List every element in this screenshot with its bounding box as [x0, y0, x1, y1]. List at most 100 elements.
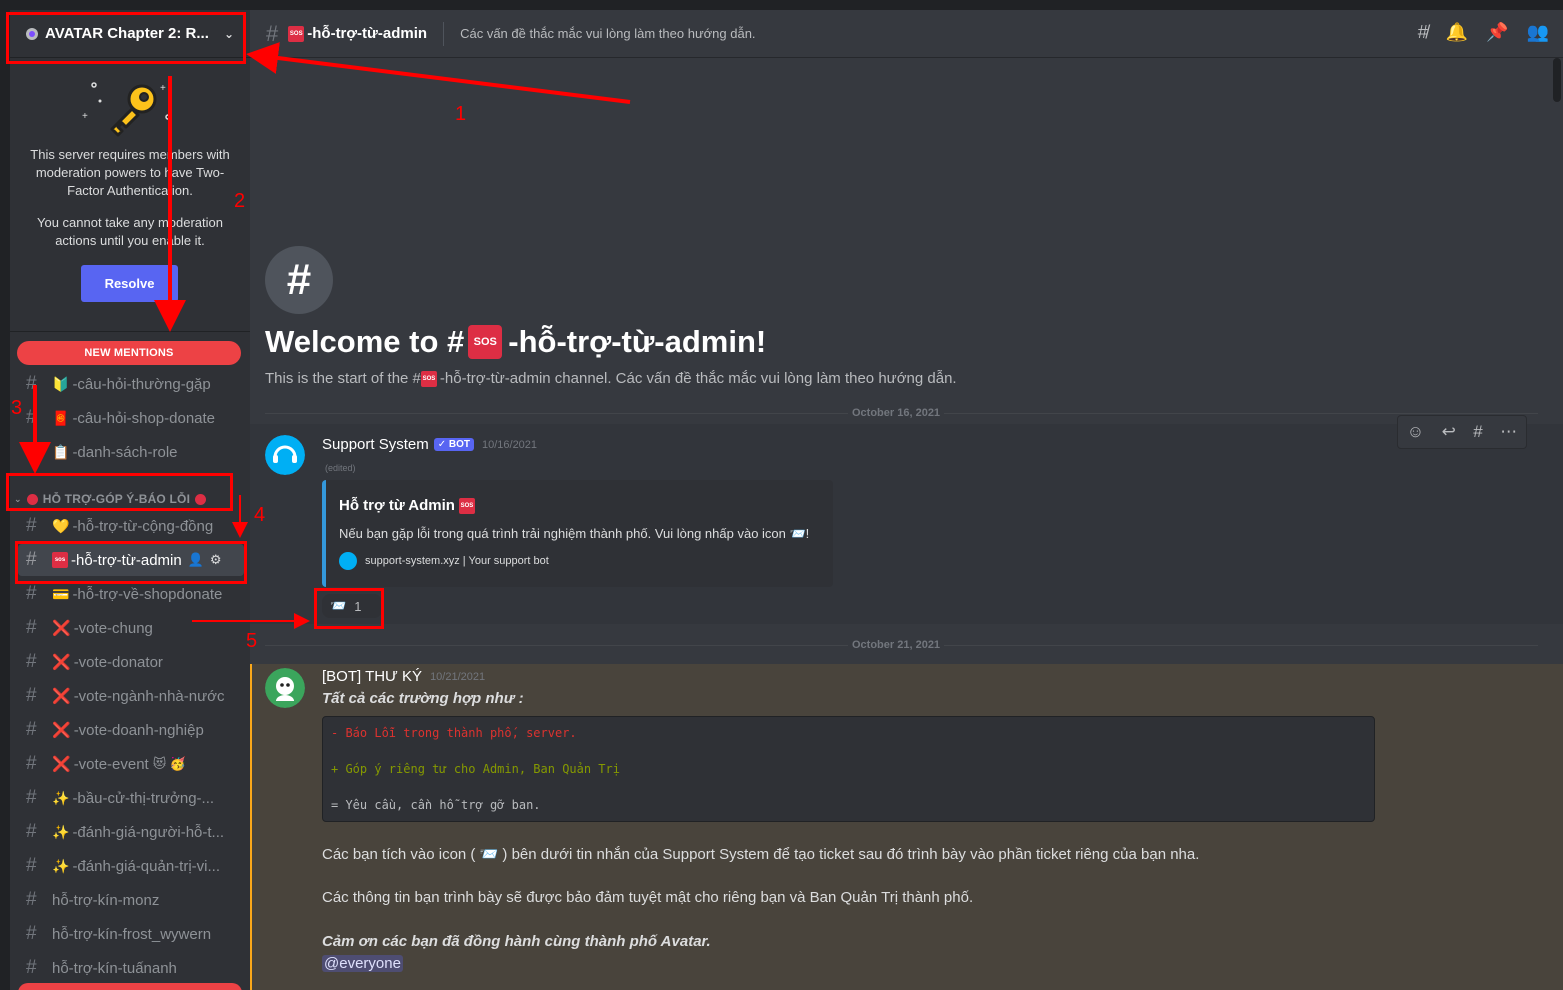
discord-app: AVATAR Chapter 2: R... ⌄ + + This server…	[10, 10, 1563, 990]
code-line: = Yêu cầu, cần hỗ trợ gỡ ban.	[331, 798, 541, 812]
channel-topic[interactable]: Các vấn đề thắc mắc vui lòng làm theo hư…	[460, 26, 755, 41]
channel-suffix-emoji: 😻 🥳	[152, 756, 187, 771]
channel-hash-icon: #	[26, 787, 37, 808]
bell-icon[interactable]: 🔔	[1446, 22, 1468, 43]
message-header: [BOT] THƯ KÝ 10/21/2021	[322, 668, 485, 685]
channel-vote-event[interactable]: # ❌ -vote-event 😻 🥳	[18, 748, 244, 780]
channel-label: -vote-ngành-nhà-nước	[73, 687, 225, 705]
channel-vote-chung[interactable]: # ❌ -vote-chung	[18, 612, 244, 644]
create-thread-icon[interactable]: #	[1473, 422, 1482, 442]
channel-title-text: -hỗ-trợ-từ-admin	[307, 25, 428, 42]
channel-label: -vote-doanh-nghiệp	[73, 721, 204, 739]
channel-ho-tro-tu-cong-dong[interactable]: # 💛 -hỗ-trợ-từ-cộng-đồng	[18, 510, 244, 542]
channel-label: hỗ-trợ-kín-tuấnanh	[52, 959, 177, 977]
channel-hash-icon: #	[26, 719, 37, 740]
channel-emoji: 📋	[52, 443, 70, 460]
annotation-label: 3	[11, 397, 23, 419]
embed-title: Hỗ trợ từ Admin SOS	[339, 497, 478, 514]
channel-danh-gia-nguoi-ho-tro[interactable]: # ✨ -đánh-giá-người-hỗ-t...	[18, 816, 244, 848]
header-divider	[443, 21, 445, 46]
channel-hash-icon: #	[26, 821, 37, 842]
sparkles-icon: ✨	[52, 789, 70, 806]
channel-label: -bầu-cử-thị-trưởng-...	[72, 789, 215, 807]
unread-mentions-bar[interactable]	[18, 983, 242, 990]
channel-label: -câu-hỏi-shop-donate	[72, 409, 216, 427]
cross-mark-icon: ❌	[52, 756, 71, 773]
reply-icon[interactable]: ↩	[1442, 422, 1456, 442]
channel-emoji: 🧧	[52, 409, 70, 426]
embed-title-text: Hỗ trợ từ Admin	[339, 497, 455, 514]
channel-danh-sach-role[interactable]: # 📋 -danh-sách-role	[18, 436, 244, 468]
more-icon[interactable]: ⋯	[1500, 422, 1517, 442]
channel-danh-gia-quan-tri-vien[interactable]: # ✨ -đánh-giá-quản-trị-vi...	[18, 850, 244, 882]
message-line: Các thông tin bạn trình bày sẽ được bảo …	[322, 889, 974, 906]
resolve-button[interactable]: Resolve	[81, 265, 178, 302]
channel-hash-icon: #	[26, 617, 37, 638]
channel-ho-tro-kin-monz[interactable]: # hỗ-trợ-kín-monz	[18, 884, 244, 916]
add-reaction-icon[interactable]: ☺	[1407, 422, 1424, 442]
channel-label: -vote-chung	[73, 619, 153, 637]
channel-hash-icon: #	[26, 957, 37, 978]
message-line: Các bạn tích vào icon ( 📨 ) bên dưới tin…	[322, 846, 1200, 863]
channel-emoji: 💳	[52, 585, 70, 602]
channel-header: # SOS -hỗ-trợ-từ-admin Các vấn đề thắc m…	[250, 10, 1563, 58]
threads-icon[interactable]: #̸	[1418, 22, 1428, 43]
scrollbar[interactable]	[1553, 58, 1561, 102]
code-line: + Góp ý riêng tư cho Admin, Ban Quản Trị	[331, 762, 620, 776]
channel-title: SOS -hỗ-trợ-từ-admin	[288, 25, 427, 42]
channel-ho-tro-kin-frost[interactable]: # hỗ-trợ-kín-frost_wywern	[18, 918, 244, 950]
support-system-avatar[interactable]	[265, 435, 305, 475]
welcome-subtitle: This is the start of the # SOS -hỗ-trợ-t…	[265, 370, 957, 387]
channel-vote-doanh-nghiep[interactable]: # ❌ -vote-doanh-nghiệp	[18, 714, 244, 746]
channel-bau-cu-thi-truong[interactable]: # ✨ -bầu-cử-thị-trưởng-...	[18, 782, 244, 814]
timestamp: 10/21/2021	[430, 670, 486, 683]
everyone-mention[interactable]: @everyone	[322, 955, 403, 972]
tfa-warning: You cannot take any moderation actions u…	[37, 215, 223, 248]
code-line: - Báo Lỗi trong thành phố, server.	[331, 726, 577, 740]
annotation-label: 5	[246, 630, 258, 652]
annotation-label: 1	[455, 103, 467, 125]
annotation-label: 4	[254, 504, 266, 526]
channel-hash-icon: #	[26, 855, 37, 876]
channel-hash-icon: #	[26, 441, 37, 462]
channel-vote-nganh-nha-nuoc[interactable]: # ❌ -vote-ngành-nhà-nước	[18, 680, 244, 712]
sparkles-icon: ✨	[52, 823, 70, 840]
annotation-box	[6, 473, 233, 511]
channel-label: -đánh-giá-quản-trị-vi...	[72, 857, 220, 875]
sos-icon: SOS	[420, 370, 437, 387]
members-icon[interactable]: 👥	[1527, 22, 1549, 43]
channel-hash-icon: #	[26, 685, 37, 706]
cross-mark-icon: ❌	[52, 688, 71, 705]
edited-label: (edited)	[325, 463, 356, 473]
bot-badge: ✓ BOT	[433, 438, 474, 451]
cross-mark-icon: ❌	[52, 654, 71, 671]
date-label: October 21, 2021	[848, 639, 945, 651]
channel-vote-donator[interactable]: # ❌ -vote-donator	[18, 646, 244, 678]
bot-thu-ky-avatar[interactable]	[265, 668, 305, 708]
channel-cau-hoi-shop-donate[interactable]: # 🧧 -câu-hỏi-shop-donate	[18, 402, 244, 434]
channel-ho-tro-kin-tuananh[interactable]: # hỗ-trợ-kín-tuấnanh	[18, 952, 244, 984]
annotation-box	[314, 588, 384, 629]
channel-emoji: 🔰	[52, 375, 70, 392]
pin-icon[interactable]: 📌	[1486, 22, 1508, 43]
key-icon: + +	[82, 82, 171, 137]
sos-icon: SOS	[468, 325, 503, 359]
channel-hash-icon: #	[26, 889, 37, 910]
channel-label: -vote-event	[73, 755, 149, 773]
message-intro: Tất cả các trường hợp như :	[322, 690, 524, 707]
channel-label: hỗ-trợ-kín-monz	[52, 891, 160, 909]
author-name[interactable]: [BOT] THƯ KÝ	[322, 668, 422, 685]
author-name[interactable]: Support System	[322, 436, 429, 453]
welcome-title-suffix: -hỗ-trợ-từ-admin!	[508, 324, 767, 359]
sos-icon: SOS	[458, 497, 475, 514]
message-line: Cảm ơn các bạn đã đồng hành cùng thành p…	[322, 933, 711, 950]
channel-hash-icon: #	[266, 20, 279, 46]
channel-cau-hoi-thuong-gap[interactable]: # 🔰 -câu-hỏi-thường-gặp	[18, 368, 244, 400]
welcome-title: Welcome to # SOS -hỗ-trợ-từ-admin!	[265, 324, 766, 360]
sos-icon: SOS	[288, 25, 305, 42]
channel-label: -hỗ-trợ-từ-cộng-đồng	[72, 517, 214, 535]
tfa-description: This server requires members with modera…	[30, 147, 230, 198]
new-mentions-pill[interactable]: NEW MENTIONS	[17, 341, 241, 365]
sparkles-icon: ✨	[52, 857, 70, 874]
date-label: October 16, 2021	[848, 407, 945, 419]
